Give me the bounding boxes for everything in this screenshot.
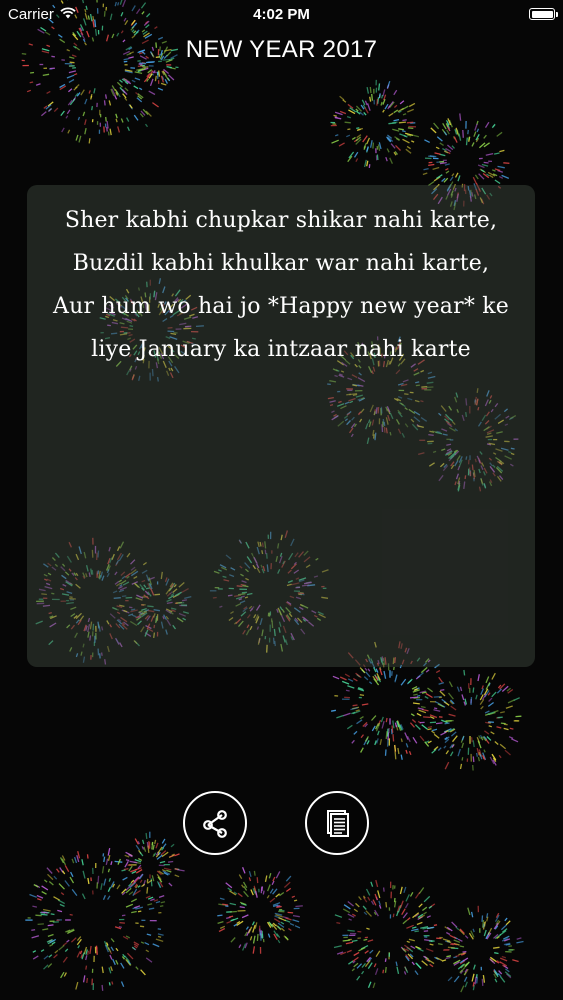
firework-burst bbox=[114, 831, 185, 897]
firework-burst bbox=[25, 847, 166, 991]
quote-text: Sher kabhi chupkar shikar nahi karte, Bu… bbox=[53, 208, 509, 362]
status-bar: Carrier 4:02 PM bbox=[0, 0, 563, 30]
firework-burst bbox=[217, 867, 303, 954]
app-screen: Carrier 4:02 PM NEW YEAR 2017 Sher kabhi… bbox=[0, 0, 563, 1000]
quote-card: Sher kabhi chupkar shikar nahi karte, Bu… bbox=[27, 185, 535, 667]
status-time: 4:02 PM bbox=[253, 6, 310, 23]
firework-burst bbox=[330, 79, 420, 168]
firework-burst bbox=[417, 669, 522, 771]
page-title: NEW YEAR 2017 bbox=[185, 36, 378, 63]
copy-button[interactable] bbox=[305, 791, 369, 855]
battery-icon bbox=[529, 8, 558, 20]
copy-icon bbox=[327, 810, 349, 837]
firework-burst bbox=[333, 879, 443, 989]
share-button[interactable] bbox=[183, 791, 247, 855]
firework-burst bbox=[441, 905, 524, 993]
share-icon bbox=[203, 810, 227, 838]
